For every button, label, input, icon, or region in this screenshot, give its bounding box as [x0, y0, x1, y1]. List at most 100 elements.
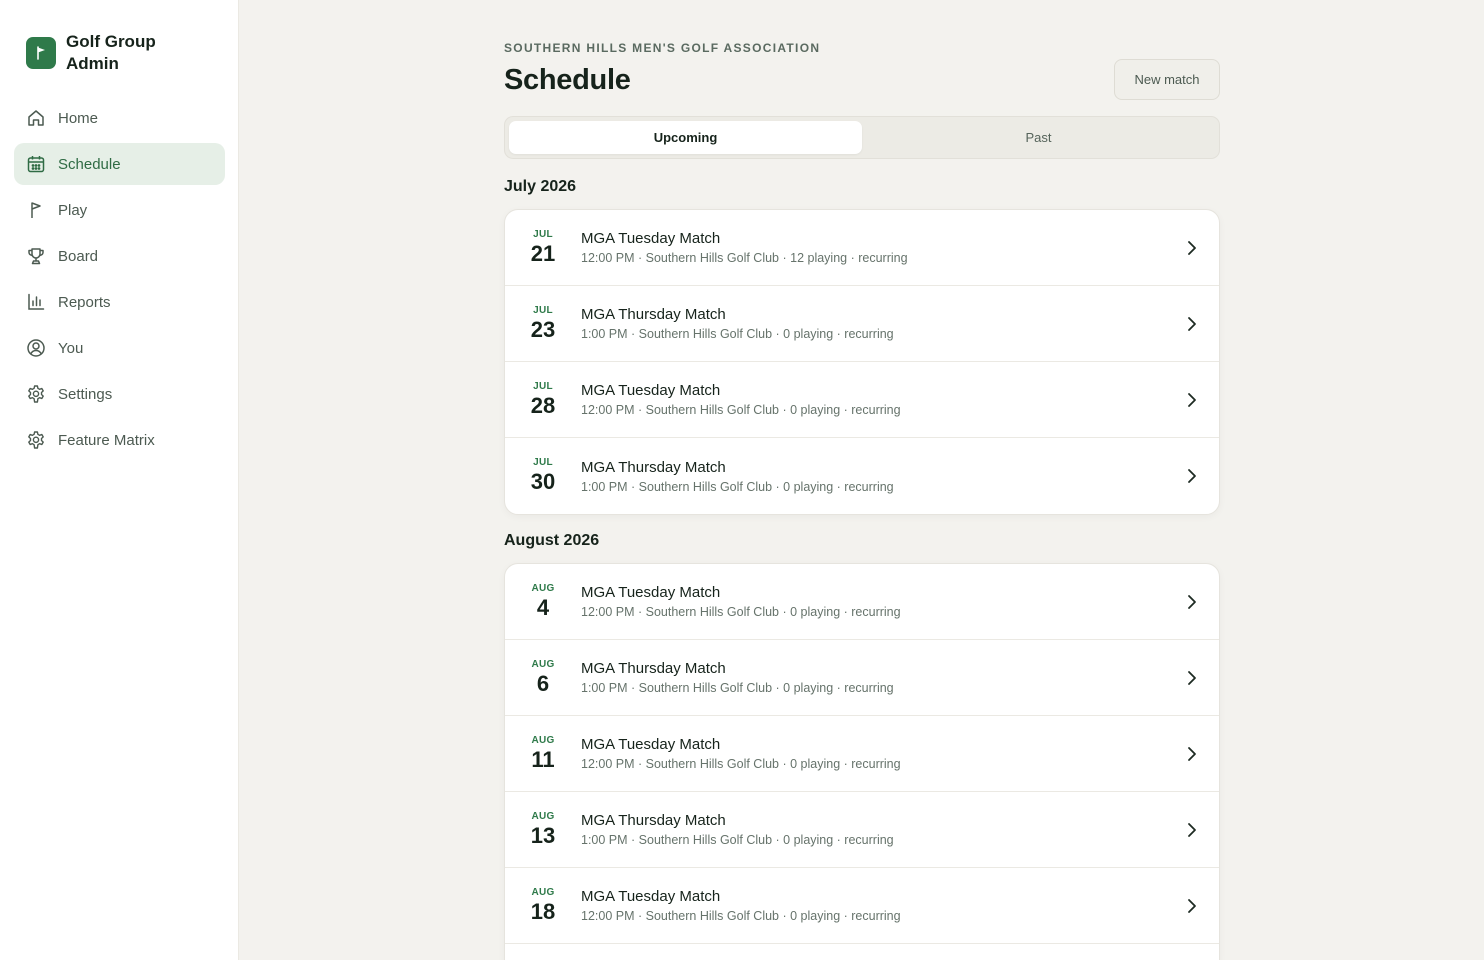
organization-name: SOUTHERN HILLS MEN'S GOLF ASSOCIATION — [504, 41, 821, 55]
event-details: 1:00 PM · Southern Hills Golf Club · 0 p… — [581, 681, 894, 695]
event-month: JUL — [533, 228, 553, 240]
event-month: JUL — [533, 304, 553, 316]
sidebar-item-home[interactable]: Home — [14, 97, 225, 139]
event-month: AUG — [531, 734, 555, 746]
event-title: MGA Tuesday Match — [581, 382, 721, 399]
event-title: MGA Thursday Match — [581, 306, 726, 323]
event-title: MGA Tuesday Match — [581, 736, 721, 753]
month-heading: July 2026 — [504, 178, 577, 195]
event-row[interactable]: JUL 28 MGA Tuesday Match 12:00 PM · Sout… — [505, 362, 1219, 438]
chevron-right-icon — [1188, 899, 1196, 913]
sidebar-item-schedule[interactable]: Schedule — [14, 143, 225, 185]
sidebar-item-label: Home — [58, 109, 99, 127]
app-name: Golf Group Admin — [66, 32, 156, 73]
new-match-button[interactable]: New match — [1114, 59, 1220, 100]
user-circle-icon — [27, 339, 45, 357]
event-title: MGA Thursday Match — [581, 458, 726, 476]
event-row[interactable]: AUG 18 MGA Tuesday Match 12:00 PM · Sout… — [505, 868, 1219, 944]
calendar-icon — [27, 156, 45, 173]
chevron-right-icon — [1188, 595, 1196, 609]
event-details: 1:00 PM · Southern Hills Golf Club · 0 p… — [581, 833, 894, 847]
event-date: AUG 11 — [505, 735, 581, 773]
sidebar-item-label: You — [58, 339, 84, 357]
event-month: AUG — [531, 810, 555, 822]
gear-icon — [28, 385, 44, 403]
sidebar-nav: Home Schedule Play Board Reports You Set… — [14, 97, 225, 465]
sidebar-item-label: Schedule — [58, 155, 121, 173]
event-day: 23 — [530, 316, 556, 342]
event-row[interactable]: AUG 4 MGA Tuesday Match 12:00 PM · South… — [505, 564, 1219, 640]
schedule-tabs: Upcoming Past — [504, 116, 1220, 159]
events-card-august: AUG 4 MGA Tuesday Match 12:00 PM · South… — [504, 563, 1220, 960]
chevron-right-icon — [1188, 393, 1196, 407]
sidebar-item-play[interactable]: Play — [14, 189, 225, 231]
brand[interactable]: Golf Group Admin — [26, 31, 186, 75]
event-details: 12:00 PM · Southern Hills Golf Club · 0 … — [581, 757, 901, 771]
events-card-july: JUL 21 MGA Tuesday Match 12:00 PM · Sout… — [504, 209, 1220, 515]
page-title: Schedule — [504, 64, 631, 96]
event-month: JUL — [533, 457, 553, 468]
event-details: 1:00 PM · Southern Hills Golf Club · 0 p… — [581, 479, 894, 494]
event-day: 18 — [530, 898, 556, 924]
chevron-right-icon — [1188, 317, 1196, 331]
event-row[interactable]: JUL 23 MGA Thursday Match 1:00 PM · Sout… — [505, 286, 1219, 362]
chevron-right-icon — [1188, 469, 1196, 483]
event-day: 4 — [536, 594, 550, 620]
tab-past[interactable]: Past — [862, 121, 1215, 154]
chevron-right-icon — [1188, 823, 1196, 837]
sidebar-item-label: Play — [58, 201, 88, 219]
sidebar-item-label: Board — [58, 247, 99, 265]
event-day: 30 — [530, 469, 556, 494]
event-day: 13 — [530, 822, 556, 848]
event-date: AUG 4 — [505, 583, 581, 621]
event-date: JUL 30 — [505, 457, 581, 495]
event-month: JUL — [533, 380, 553, 392]
event-day: 6 — [536, 670, 550, 696]
sidebar-item-settings[interactable]: Settings — [14, 373, 225, 415]
trophy-icon — [28, 248, 44, 265]
event-details: 12:00 PM · Southern Hills Golf Club · 0 … — [581, 605, 901, 619]
event-details: 12:00 PM · Southern Hills Golf Club · 0 … — [581, 403, 901, 417]
event-details: 12:00 PM · Southern Hills Golf Club · 12… — [581, 251, 908, 265]
sidebar-item-board[interactable]: Board — [14, 235, 225, 277]
chevron-right-icon — [1188, 671, 1196, 685]
sidebar-item-label: Feature Matrix — [58, 431, 155, 449]
event-title: MGA Tuesday Match — [581, 888, 721, 905]
event-details: 1:00 PM · Southern Hills Golf Club · 0 p… — [581, 327, 894, 341]
event-date: JUL 23 — [505, 305, 581, 343]
event-title: MGA Tuesday Match — [581, 230, 721, 247]
tab-upcoming[interactable]: Upcoming — [509, 121, 862, 154]
event-row[interactable]: AUG 11 MGA Tuesday Match 12:00 PM · Sout… — [505, 716, 1219, 792]
event-date: AUG 18 — [505, 887, 581, 925]
sidebar: Golf Group Admin Home Schedule Play Boar… — [0, 0, 239, 960]
sidebar-item-reports[interactable]: Reports — [14, 281, 225, 323]
event-month: AUG — [531, 886, 555, 898]
event-title: MGA Tuesday Match — [581, 584, 721, 601]
event-date: AUG 6 — [505, 659, 581, 697]
event-row[interactable]: AUG 13 MGA Thursday Match 1:00 PM · Sout… — [505, 792, 1219, 868]
sidebar-item-feature-matrix[interactable]: Feature Matrix — [14, 419, 225, 461]
event-details: 12:00 PM · Southern Hills Golf Club · 0 … — [581, 909, 901, 923]
event-date: JUL 21 — [505, 229, 581, 267]
event-month: AUG — [531, 582, 555, 594]
bar-chart-icon — [28, 293, 45, 310]
event-day: 28 — [530, 392, 556, 418]
gear-icon — [28, 431, 44, 449]
event-date: JUL 28 — [505, 381, 581, 419]
month-heading: August 2026 — [504, 532, 600, 549]
sidebar-item-label: Reports — [58, 293, 111, 311]
event-date: AUG 13 — [505, 811, 581, 849]
sidebar-item-label: Settings — [58, 385, 113, 403]
event-month: AUG — [531, 658, 555, 670]
event-row[interactable]: JUL 21 MGA Tuesday Match 12:00 PM · Sout… — [505, 210, 1219, 286]
home-icon — [28, 110, 44, 126]
event-day: 11 — [531, 746, 555, 772]
sidebar-item-you[interactable]: You — [14, 327, 225, 369]
flag-icon — [31, 202, 41, 218]
event-title: MGA Thursday Match — [581, 812, 726, 829]
chevron-right-icon — [1188, 747, 1196, 761]
event-title: MGA Thursday Match — [581, 660, 726, 677]
event-row[interactable]: AUG 6 MGA Thursday Match 1:00 PM · South… — [505, 640, 1219, 716]
event-row[interactable]: JUL 30 MGA Thursday Match 1:00 PM · Sout… — [505, 438, 1219, 514]
event-day: 21 — [530, 240, 556, 266]
